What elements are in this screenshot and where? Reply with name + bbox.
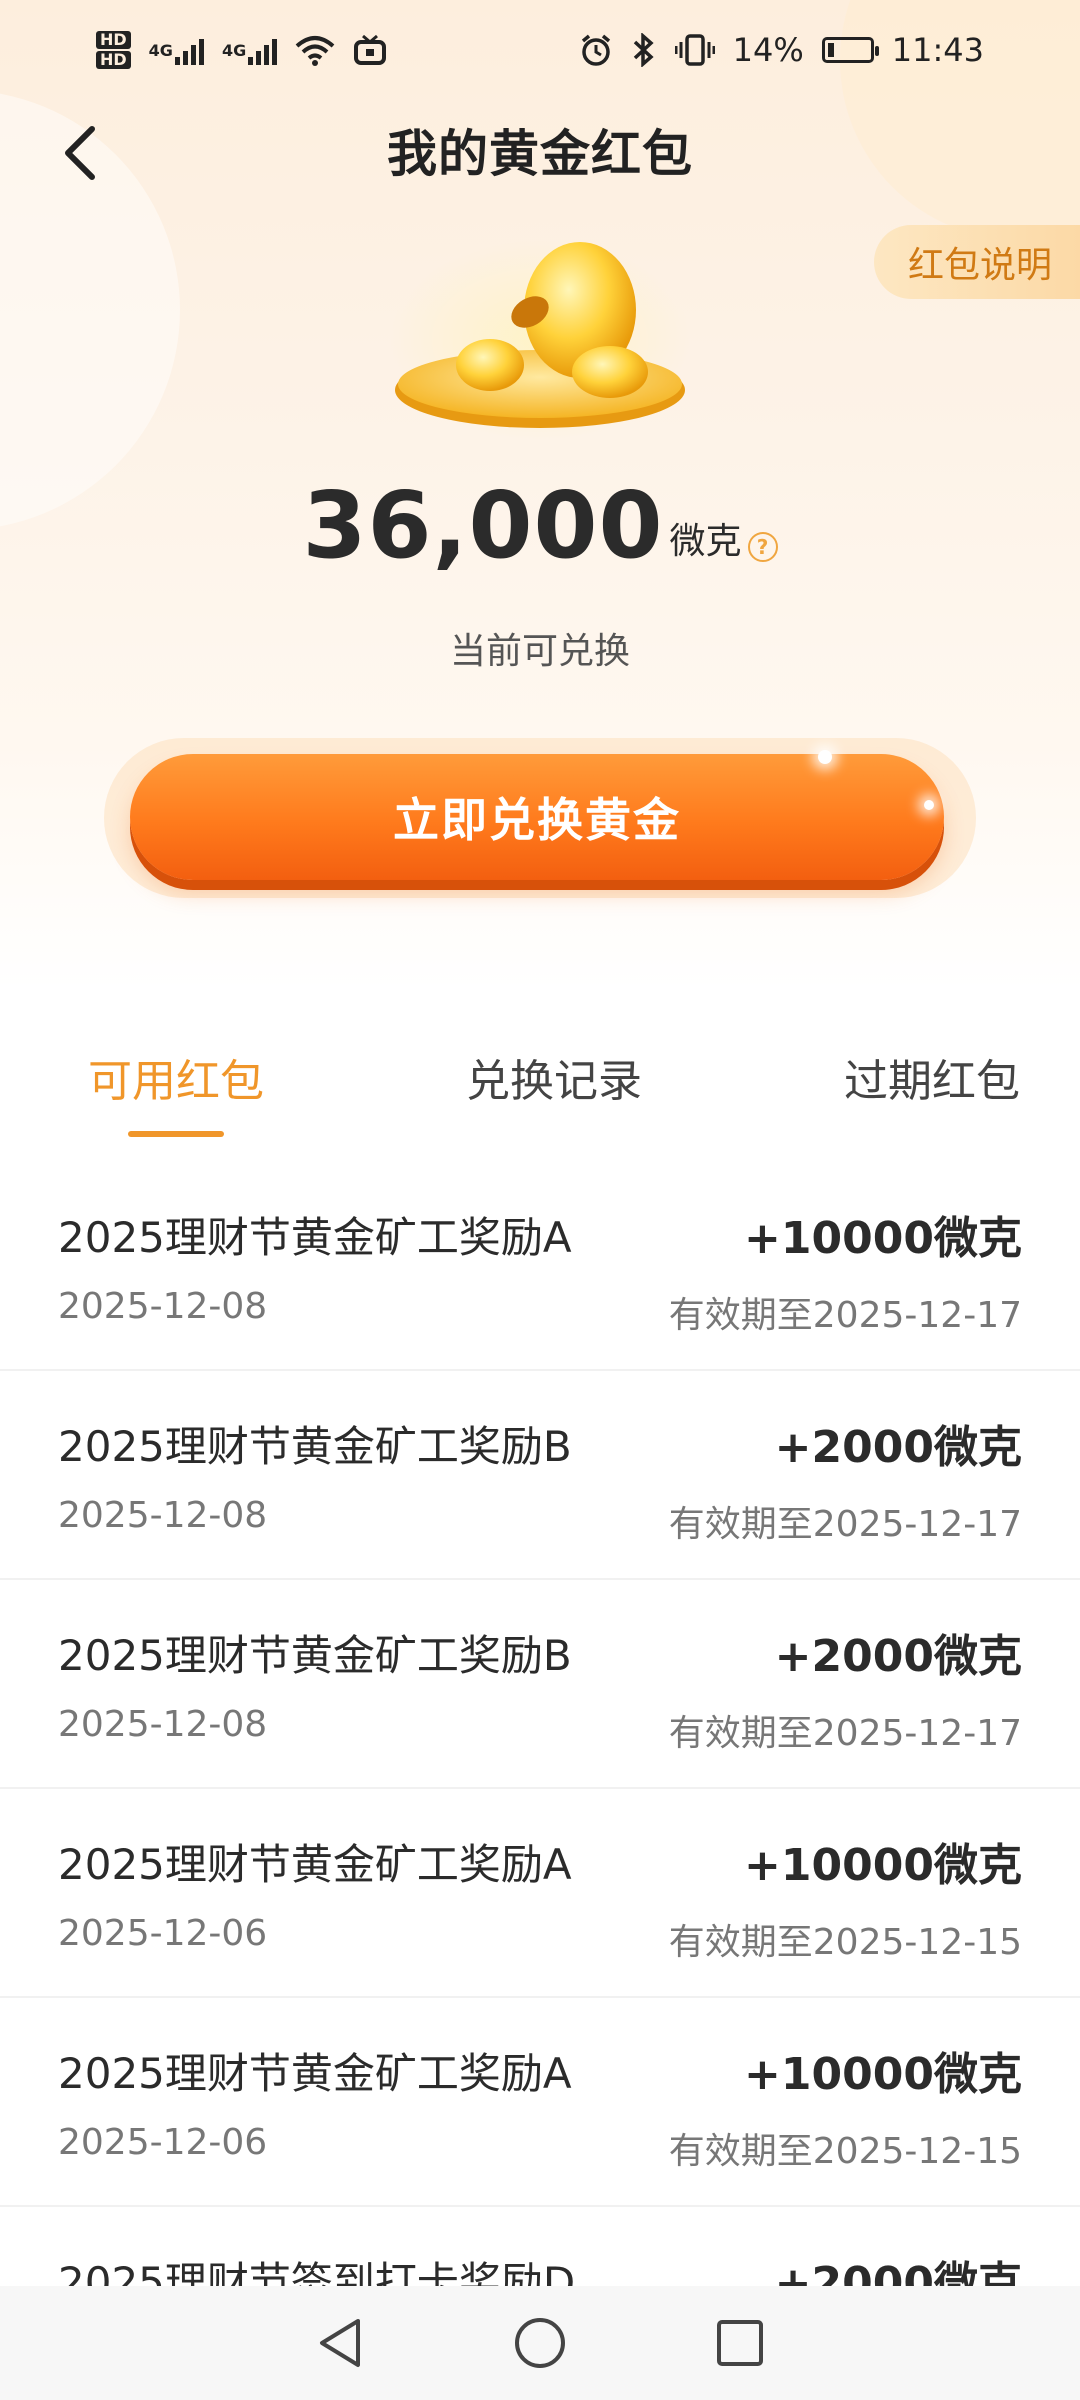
tab-expired[interactable]: 过期红包 (844, 1035, 1020, 1145)
title-bar: 我的黄金红包 (0, 95, 1080, 205)
net2-label: 4G (221, 40, 247, 60)
circle-home-icon (515, 2318, 565, 2368)
net1-label: 4G (148, 40, 173, 60)
item-date: 2025-12-06 (58, 2122, 268, 2163)
nav-home-button[interactable] (505, 2308, 575, 2378)
list-item[interactable]: 2025理财节黄金矿工奖励A +10000微克 2025-12-06 有效期至2… (0, 1789, 1080, 1998)
battery-percent: 14% (732, 31, 804, 69)
hd1-label: HD (96, 31, 131, 49)
packet-list: 2025理财节黄金矿工奖励A +10000微克 2025-12-08 有效期至2… (0, 1162, 1080, 2347)
tab-bar: 可用红包 兑换记录 过期红包 (0, 1035, 1080, 1145)
nav-back-button[interactable] (305, 2308, 375, 2378)
item-amount: +2000微克 (774, 1631, 1022, 1682)
item-name: 2025理财节黄金矿工奖励A (58, 2049, 572, 2098)
balance-subtitle: 当前可兑换 (449, 631, 630, 672)
vibrate-icon (674, 33, 715, 67)
item-expiry: 有效期至2025-12-15 (668, 2131, 1022, 2172)
sparkle-decor (924, 800, 934, 810)
chevron-left-icon (65, 126, 95, 180)
page: HD HD 4G 4G 14% 11:43 我的黄金红包 红包说明 36,000… (0, 0, 1080, 2400)
help-icon[interactable]: ? (747, 532, 778, 562)
list-item[interactable]: 2025理财节黄金矿工奖励A +10000微克 2025-12-08 有效期至2… (0, 1162, 1080, 1371)
balance-unit: 微克 (669, 521, 742, 562)
gold-bean-illustration (390, 240, 690, 440)
page-title: 我的黄金红包 (387, 125, 693, 183)
bluetooth-icon (631, 33, 657, 67)
item-name: 2025理财节黄金矿工奖励A (58, 1213, 572, 1262)
item-name: 2025理财节黄金矿工奖励A (58, 1840, 572, 1889)
clock: 11:43 (891, 31, 984, 69)
back-button[interactable] (40, 113, 120, 193)
explain-button[interactable]: 红包说明 (873, 225, 1080, 299)
tab-redeem-history[interactable]: 兑换记录 (466, 1035, 642, 1145)
status-right: 14% 11:43 (579, 31, 984, 69)
item-amount: +2000微克 (774, 1422, 1022, 1473)
square-recents-icon (717, 2320, 763, 2366)
item-amount: +10000微克 (744, 1213, 1022, 1264)
wifi-icon (295, 34, 335, 66)
item-amount: +10000微克 (744, 1840, 1022, 1891)
sparkle-decor (818, 750, 832, 764)
triangle-back-icon (320, 2319, 360, 2367)
item-expiry: 有效期至2025-12-15 (668, 1922, 1022, 1963)
signal-icon: 4G (149, 35, 204, 65)
list-item[interactable]: 2025理财节黄金矿工奖励B +2000微克 2025-12-08 有效期至20… (0, 1371, 1080, 1580)
tab-available[interactable]: 可用红包 (88, 1035, 264, 1145)
redeem-gold-button[interactable]: 立即兑换黄金 (130, 754, 944, 880)
nav-recents-button[interactable] (705, 2308, 775, 2378)
item-amount: +10000微克 (744, 2049, 1022, 2100)
balance-row: 36,000 微克 ? (0, 480, 1080, 572)
list-item[interactable]: 2025理财节黄金矿工奖励B +2000微克 2025-12-08 有效期至20… (0, 1580, 1080, 1789)
item-expiry: 有效期至2025-12-17 (668, 1295, 1022, 1336)
status-bar: HD HD 4G 4G 14% 11:43 (0, 0, 1080, 100)
status-left: HD HD 4G 4G (96, 30, 387, 70)
item-name: 2025理财节黄金矿工奖励B (58, 1422, 572, 1471)
item-expiry: 有效期至2025-12-17 (668, 1504, 1022, 1545)
item-name: 2025理财节黄金矿工奖励B (58, 1631, 572, 1680)
balance-amount: 36,000 (302, 472, 664, 579)
alarm-icon (579, 33, 613, 67)
item-date: 2025-12-08 (58, 1704, 268, 1745)
signal-icon: 4G (221, 35, 278, 65)
item-date: 2025-12-08 (58, 1495, 268, 1536)
item-date: 2025-12-08 (58, 1286, 268, 1327)
list-item[interactable]: 2025理财节黄金矿工奖励A +10000微克 2025-12-06 有效期至2… (0, 1998, 1080, 2207)
hd2-label: HD (96, 51, 131, 69)
battery-icon (821, 37, 879, 63)
hd-icon: HD HD (96, 30, 131, 70)
item-expiry: 有效期至2025-12-17 (668, 1713, 1022, 1754)
item-date: 2025-12-06 (58, 1913, 268, 1954)
system-nav-bar (0, 2286, 1080, 2400)
tv-app-icon (353, 34, 387, 66)
